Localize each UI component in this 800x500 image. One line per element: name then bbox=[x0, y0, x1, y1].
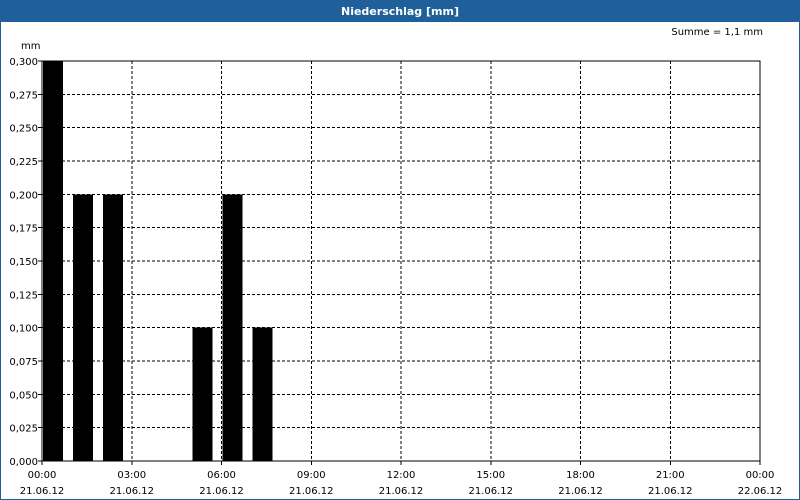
precipitation-bar bbox=[192, 327, 213, 461]
x-tick-date-label: 21.06.12 bbox=[109, 486, 154, 497]
x-tick-date-label: 21.06.12 bbox=[20, 486, 65, 497]
precipitation-bar bbox=[222, 194, 243, 462]
x-tick-time-label: 06:00 bbox=[207, 470, 236, 481]
x-tick-time-label: 18:00 bbox=[566, 470, 595, 481]
y-tick-label: 0,050 bbox=[9, 390, 38, 401]
x-tick-time-label: 03:00 bbox=[117, 470, 146, 481]
x-tick-date-label: 21.06.12 bbox=[468, 486, 513, 497]
x-tick-time-label: 12:00 bbox=[387, 470, 416, 481]
y-tick-label: 0,250 bbox=[9, 124, 38, 135]
x-tick-time-label: 09:00 bbox=[297, 470, 326, 481]
precipitation-bar bbox=[252, 327, 273, 461]
x-tick-date-label: 21.06.12 bbox=[558, 486, 603, 497]
x-tick-time-label: 00:00 bbox=[746, 470, 775, 481]
x-tick-time-label: 00:00 bbox=[28, 470, 57, 481]
y-tick-label: 0,000 bbox=[9, 457, 38, 468]
x-tick-time-label: 21:00 bbox=[656, 470, 685, 481]
x-tick-time-label: 15:00 bbox=[476, 470, 505, 481]
precipitation-bar bbox=[102, 194, 123, 462]
y-tick-label: 0,025 bbox=[9, 424, 38, 435]
x-tick-date-label: 21.06.12 bbox=[648, 486, 693, 497]
x-tick-date-label: 21.06.12 bbox=[199, 486, 244, 497]
x-tick-date-label: 22.06.12 bbox=[738, 486, 783, 497]
y-tick-label: 0,200 bbox=[9, 190, 38, 201]
y-tick-label: 0,275 bbox=[9, 90, 38, 101]
y-tick-label: 0,175 bbox=[9, 224, 38, 235]
y-tick-label: 0,300 bbox=[9, 57, 38, 68]
precipitation-chart: 0,300 0,275 0,250 0,225 0,200 0,175 0,150 0,125… bbox=[9, 57, 783, 497]
y-tick-label: 0,150 bbox=[9, 257, 38, 268]
y-tick-label: 0,100 bbox=[9, 324, 38, 335]
y-tick-label: 0,125 bbox=[9, 290, 38, 301]
x-tick-date-label: 21.06.12 bbox=[289, 486, 334, 497]
y-tick-label: 0,075 bbox=[9, 357, 38, 368]
y-tick-label: 0,225 bbox=[9, 157, 38, 168]
precipitation-bar bbox=[72, 194, 93, 462]
x-tick-date-label: 21.06.12 bbox=[379, 486, 424, 497]
precipitation-bar bbox=[43, 61, 64, 461]
